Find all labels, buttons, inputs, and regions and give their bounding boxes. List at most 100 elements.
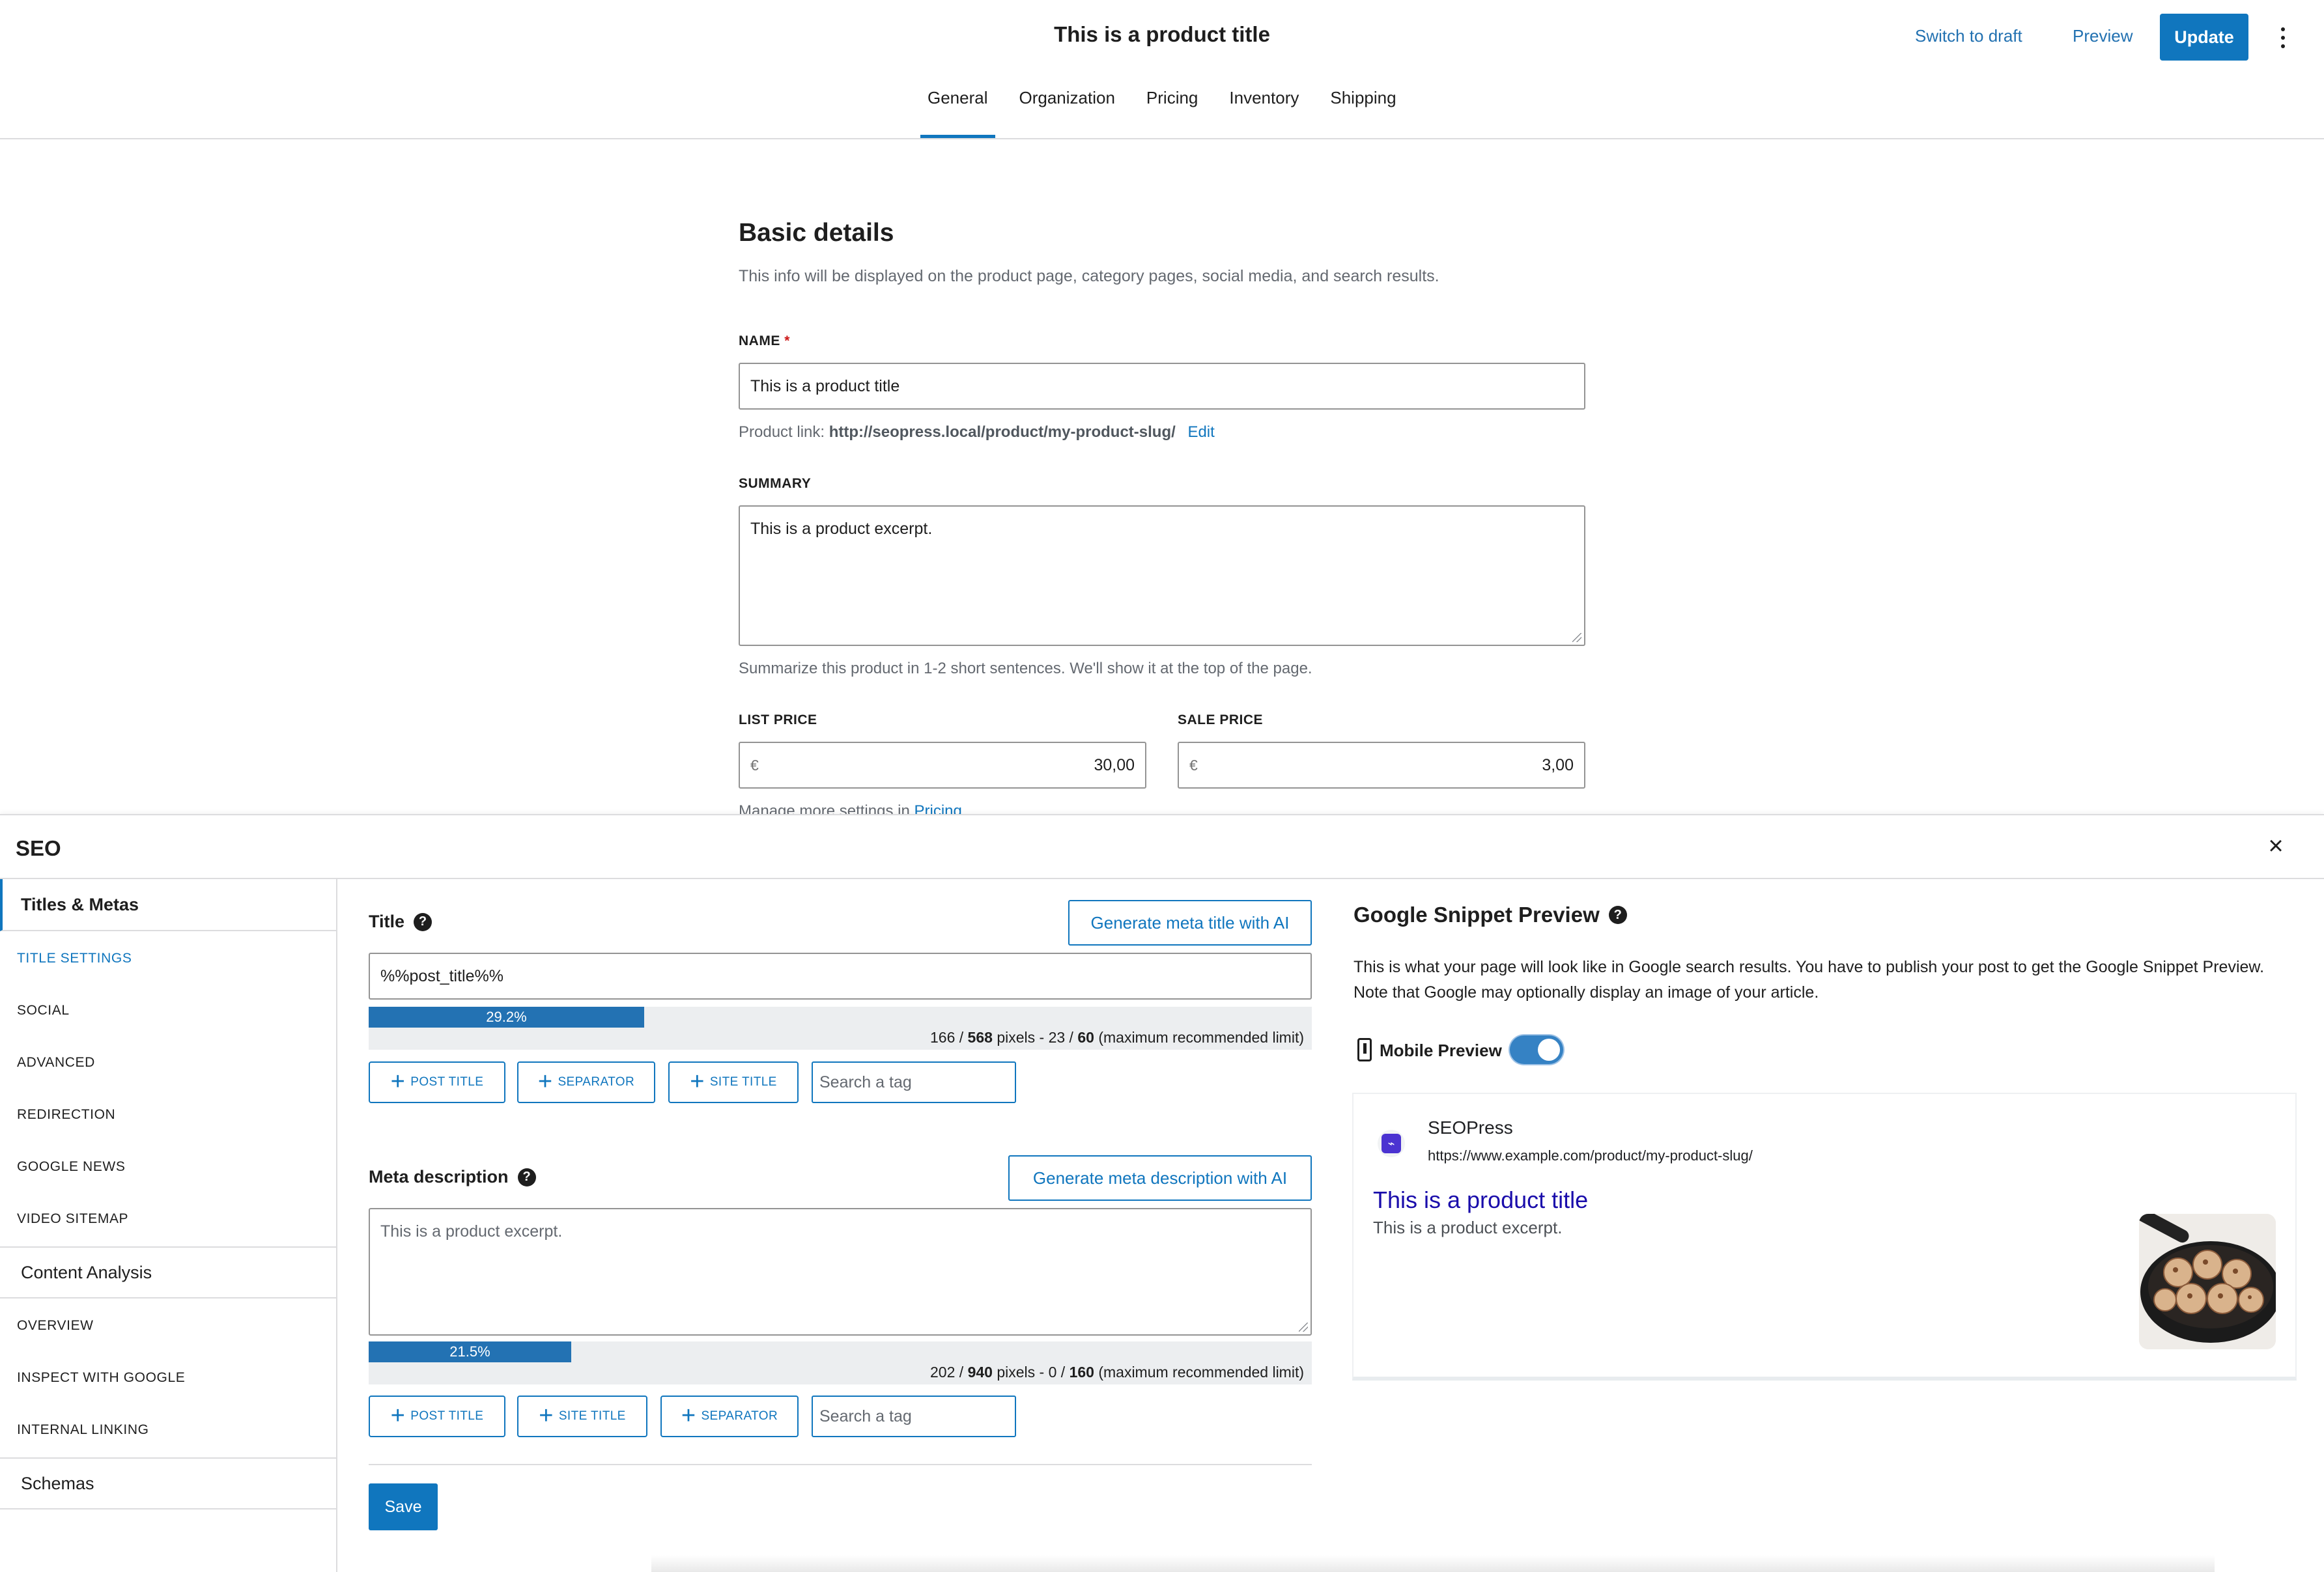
switch-to-draft-button[interactable]: Switch to draft	[1915, 26, 2022, 46]
name-label: NAME *	[739, 333, 790, 349]
link-icon: ⌁	[1382, 1134, 1401, 1153]
resize-handle-icon[interactable]	[1572, 633, 1581, 642]
chars-max: 160	[1069, 1364, 1094, 1381]
plus-icon: +	[539, 1402, 554, 1429]
sidebar-group-content-analysis[interactable]: Content Analysis	[0, 1246, 337, 1298]
toggle-knob	[1538, 1039, 1560, 1061]
serp-site-name: SEOPress	[1428, 1117, 1513, 1138]
sidebar-item-video-sitemap[interactable]: VIDEO SITEMAP	[17, 1211, 128, 1227]
sidebar-item-google-news[interactable]: GOOGLE NEWS	[17, 1159, 125, 1175]
serp-title[interactable]: This is a product title	[1373, 1186, 1588, 1214]
help-icon[interactable]: ?	[1608, 906, 1627, 924]
meta-title-value: %%post_title%%	[380, 966, 503, 985]
plus-icon: +	[690, 1068, 705, 1095]
currency-icon: €	[1189, 756, 1198, 774]
list-price-input[interactable]: € 30,00	[739, 742, 1146, 789]
px-max: 568	[967, 1029, 993, 1046]
add-site-title-tag-button[interactable]: + SITE TITLE	[517, 1396, 647, 1437]
meta-meter-text: 202 / 940 pixels - 0 / 160 (maximum reco…	[930, 1364, 1304, 1381]
tag-label: SITE TITLE	[558, 1409, 626, 1423]
divider	[0, 878, 2324, 879]
sale-price-value: 3,00	[1542, 755, 1574, 774]
limit-note: (maximum recommended limit)	[1098, 1029, 1304, 1046]
summary-help: Summarize this product in 1-2 short sent…	[739, 660, 1312, 677]
tag-label: SEPARATOR	[701, 1409, 778, 1423]
tab-pricing[interactable]: Pricing	[1131, 86, 1213, 138]
preview-button[interactable]: Preview	[2073, 26, 2133, 46]
tag-label: POST TITLE	[410, 1409, 484, 1423]
add-post-title-tag-button[interactable]: + POST TITLE	[369, 1061, 505, 1103]
px-max: 940	[967, 1364, 993, 1381]
title-tag-search-input[interactable]: Search a tag	[812, 1061, 1016, 1103]
mobile-preview-toggle[interactable]	[1510, 1035, 1563, 1064]
basic-details-description: This info will be displayed on the produ…	[739, 267, 1439, 285]
list-price-label: LIST PRICE	[739, 712, 817, 727]
pixels-word: pixels	[997, 1364, 1036, 1381]
currency-icon: €	[750, 756, 759, 774]
serp-thumbnail-image	[2139, 1214, 2276, 1349]
tab-general[interactable]: General	[912, 86, 1004, 138]
divider	[369, 1464, 1312, 1465]
sale-price-input[interactable]: € 3,00	[1178, 742, 1585, 789]
px-used: 202	[930, 1364, 956, 1381]
sidebar-item-redirection[interactable]: REDIRECTION	[17, 1107, 115, 1123]
seo-panel-title: SEO	[16, 836, 61, 860]
serp-url: https://www.example.com/product/my-produ…	[1428, 1147, 1753, 1164]
meta-title-input[interactable]: %%post_title%%	[369, 953, 1312, 1000]
summary-textarea[interactable]: This is a product excerpt.	[739, 505, 1585, 646]
product-link-url: http://seopress.local/product/my-product…	[829, 423, 1176, 441]
more-options-icon[interactable]	[2273, 20, 2293, 56]
chars-used: 0	[1048, 1364, 1057, 1381]
sidebar-group-schemas[interactable]: Schemas	[0, 1457, 337, 1509]
generate-meta-description-button[interactable]: Generate meta description with AI	[1008, 1155, 1312, 1201]
tab-shipping[interactable]: Shipping	[1314, 86, 1411, 138]
name-input[interactable]: This is a product title	[739, 363, 1585, 410]
meta-length-meter: 21.5% 202 / 940 pixels - 0 / 160 (maximu…	[369, 1341, 1312, 1384]
title-label-text: Title	[369, 912, 405, 931]
tag-label: SITE TITLE	[709, 1075, 777, 1089]
sidebar-item-inspect-with-google[interactable]: INSPECT WITH GOOGLE	[17, 1370, 185, 1386]
sidebar-item-title-settings[interactable]: TITLE SETTINGS	[17, 951, 132, 966]
resize-handle-icon[interactable]	[1299, 1323, 1308, 1332]
snippet-preview-heading: Google Snippet Preview ?	[1353, 903, 1627, 927]
meta-description-value: This is a product excerpt.	[380, 1222, 563, 1241]
generate-meta-title-button[interactable]: Generate meta title with AI	[1068, 900, 1312, 946]
add-post-title-tag-button[interactable]: + POST TITLE	[369, 1396, 505, 1437]
update-button[interactable]: Update	[2160, 14, 2248, 61]
title-length-meter: 29.2% 166 / 568 pixels - 23 / 60 (maximu…	[369, 1007, 1312, 1050]
help-icon[interactable]: ?	[414, 912, 432, 931]
meta-description-textarea[interactable]: This is a product excerpt.	[369, 1208, 1312, 1336]
plus-icon: +	[681, 1402, 696, 1429]
tab-inventory[interactable]: Inventory	[1213, 86, 1314, 138]
sidebar-item-advanced[interactable]: ADVANCED	[17, 1055, 95, 1071]
chars-used: 23	[1048, 1029, 1066, 1046]
tag-label: POST TITLE	[410, 1075, 484, 1089]
help-icon[interactable]: ?	[517, 1168, 536, 1186]
tag-label: SEPARATOR	[558, 1075, 635, 1089]
snippet-heading-text: Google Snippet Preview	[1353, 903, 1600, 927]
close-icon[interactable]: ×	[2264, 833, 2288, 859]
meta-description-label-text: Meta description	[369, 1167, 509, 1186]
save-button[interactable]: Save	[369, 1483, 438, 1530]
edit-link[interactable]: Edit	[1187, 423, 1214, 441]
sidebar-item-overview[interactable]: OVERVIEW	[17, 1318, 94, 1334]
meta-description-field-label: Meta description ?	[369, 1167, 536, 1187]
title-meter-fill: 29.2%	[369, 1007, 644, 1028]
sidebar-group-titles-metas[interactable]: Titles & Metas	[0, 879, 337, 931]
meta-tag-search-input[interactable]: Search a tag	[812, 1396, 1016, 1437]
site-favicon: ⌁	[1378, 1130, 1405, 1157]
add-separator-tag-button[interactable]: + SEPARATOR	[660, 1396, 799, 1437]
summary-value: This is a product excerpt.	[750, 520, 933, 538]
required-mark: *	[784, 333, 790, 348]
sidebar-item-social[interactable]: SOCIAL	[17, 1003, 70, 1018]
add-separator-tag-button[interactable]: + SEPARATOR	[517, 1061, 655, 1103]
product-link-prefix: Product link:	[739, 423, 825, 441]
px-used: 166	[930, 1029, 956, 1046]
plus-icon: +	[537, 1068, 553, 1095]
tab-organization[interactable]: Organization	[1004, 86, 1131, 138]
add-site-title-tag-button[interactable]: + SITE TITLE	[668, 1061, 799, 1103]
mobile-preview-label: Mobile Preview	[1380, 1041, 1502, 1060]
sidebar-item-internal-linking[interactable]: INTERNAL LINKING	[17, 1422, 149, 1438]
title-meter-text: 166 / 568 pixels - 23 / 60 (maximum reco…	[930, 1029, 1304, 1046]
pixels-word: pixels	[997, 1029, 1036, 1046]
